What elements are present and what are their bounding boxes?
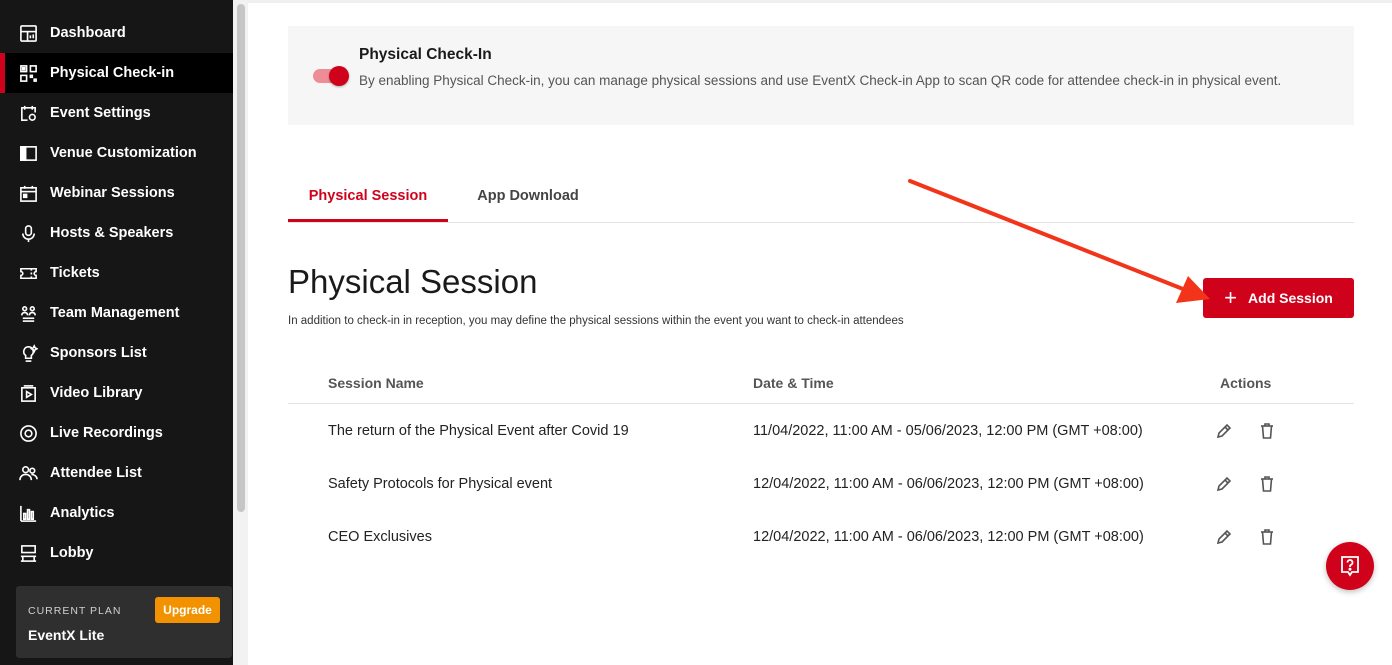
toggle-knob <box>329 66 349 86</box>
sidebar-item-venue-customization[interactable]: Venue Customization <box>0 133 233 173</box>
banner-description: By enabling Physical Check-in, you can m… <box>359 73 1282 88</box>
microphone-icon <box>18 223 38 243</box>
sidebar-item-label: Attendee List <box>50 465 142 481</box>
edit-icon[interactable] <box>1214 421 1234 441</box>
sidebar-item-tickets[interactable]: Tickets <box>0 253 233 293</box>
sidebar-item-label: Team Management <box>50 305 180 321</box>
sidebar-item-hosts-speakers[interactable]: Hosts & Speakers <box>0 213 233 253</box>
page-title: Physical Session <box>288 263 538 300</box>
sidebar-item-label: Tickets <box>50 265 100 281</box>
banner-title: Physical Check-In <box>359 46 492 63</box>
session-date-time: 12/04/2022, 11:00 AM - 06/06/2023, 12:00… <box>753 475 1144 492</box>
sidebar-item-dashboard[interactable]: Dashboard <box>0 13 233 53</box>
plan-name: EventX Lite <box>28 627 105 643</box>
sidebar-item-label: Event Settings <box>50 105 151 121</box>
edit-icon[interactable] <box>1214 527 1234 547</box>
sidebar-item-live-recordings[interactable]: Live Recordings <box>0 413 233 453</box>
plus-icon: + <box>1224 285 1238 310</box>
column-header-actions: Actions <box>1220 375 1272 391</box>
sidebar-item-sponsors-list[interactable]: Sponsors List <box>0 333 233 373</box>
tab-physical-session[interactable]: Physical Session <box>288 188 448 222</box>
sidebar-item-physical-check-in[interactable]: Physical Check-in <box>0 53 233 93</box>
trash-icon[interactable] <box>1257 527 1277 547</box>
sidebar-item-label: Live Recordings <box>50 425 163 441</box>
top-divider <box>248 0 1392 3</box>
plan-label: CURRENT PLAN <box>28 605 122 617</box>
help-button[interactable] <box>1326 542 1374 590</box>
calendar-icon <box>18 183 38 203</box>
record-icon <box>18 423 38 443</box>
sidebar-item-lobby[interactable]: Lobby <box>0 533 233 573</box>
column-header-date-time: Date & Time <box>753 375 834 391</box>
help-icon <box>1341 556 1359 577</box>
sidebar-item-label: Analytics <box>50 505 115 521</box>
qr-code-icon <box>18 63 38 83</box>
session-date-time: 12/04/2022, 11:00 AM - 06/06/2023, 12:00… <box>753 528 1144 545</box>
analytics-icon <box>18 503 38 523</box>
sidebar-item-label: Hosts & Speakers <box>50 225 174 241</box>
trash-icon[interactable] <box>1257 474 1277 494</box>
session-name: The return of the Physical Event after C… <box>328 422 629 439</box>
physical-checkin-toggle[interactable] <box>313 66 349 86</box>
edit-icon[interactable] <box>1214 474 1234 494</box>
dashboard-icon <box>18 23 38 43</box>
sidebar-item-video-library[interactable]: Video Library <box>0 373 233 413</box>
sidebar-scrollbar-thumb[interactable] <box>237 4 245 512</box>
sidebar: Dashboard Physical Check-in Event Settin… <box>0 0 233 665</box>
add-session-label: Add Session <box>1248 290 1333 306</box>
upgrade-button[interactable]: Upgrade <box>155 597 220 623</box>
tabs-divider <box>288 222 1354 223</box>
table-row: CEO Exclusives 12/04/2022, 11:00 AM - 06… <box>288 510 1354 563</box>
trash-icon[interactable] <box>1257 421 1277 441</box>
session-name: Safety Protocols for Physical event <box>328 475 553 492</box>
layout-icon <box>18 143 38 163</box>
sidebar-item-analytics[interactable]: Analytics <box>0 493 233 533</box>
sidebar-item-webinar-sessions[interactable]: Webinar Sessions <box>0 173 233 213</box>
tab-app-download[interactable]: App Download <box>448 188 608 222</box>
column-header-session-name: Session Name <box>328 375 424 391</box>
ticket-icon <box>18 263 38 283</box>
table-row: The return of the Physical Event after C… <box>288 404 1354 457</box>
lobby-icon <box>18 543 38 563</box>
sidebar-item-label: Video Library <box>50 385 143 401</box>
sidebar-item-event-settings[interactable]: Event Settings <box>0 93 233 133</box>
sidebar-item-label: Lobby <box>50 545 94 561</box>
video-library-icon <box>18 383 38 403</box>
table-row: Safety Protocols for Physical event 12/0… <box>288 457 1354 510</box>
team-icon <box>18 303 38 323</box>
session-date-time: 11/04/2022, 11:00 AM - 05/06/2023, 12:00… <box>753 422 1143 439</box>
sidebar-item-label: Dashboard <box>50 25 126 41</box>
sponsor-icon <box>18 343 38 363</box>
sidebar-item-label: Physical Check-in <box>50 65 175 81</box>
sidebar-item-label: Webinar Sessions <box>50 185 175 201</box>
current-plan-card: CURRENT PLAN EventX Lite Upgrade <box>16 586 232 658</box>
attendees-icon <box>18 463 38 483</box>
calendar-settings-icon <box>18 103 38 123</box>
sidebar-item-label: Sponsors List <box>50 345 147 361</box>
sidebar-item-label: Venue Customization <box>50 145 197 161</box>
sidebar-item-team-management[interactable]: Team Management <box>0 293 233 333</box>
add-session-button[interactable]: + Add Session <box>1203 278 1354 318</box>
sidebar-item-attendee-list[interactable]: Attendee List <box>0 453 233 493</box>
page-description: In addition to check-in in reception, yo… <box>288 315 904 327</box>
session-name: CEO Exclusives <box>328 528 432 545</box>
